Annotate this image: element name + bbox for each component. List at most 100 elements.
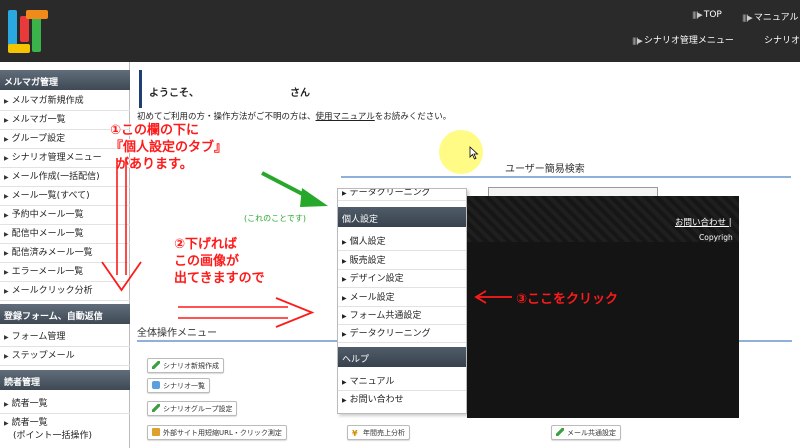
triangle-icon: ▶ <box>342 276 347 283</box>
sidebar-item-label: 予約中メール一覧 <box>11 210 84 220</box>
sidebar-item-label: フォーム管理 <box>11 332 66 342</box>
sidebar-item[interactable]: ▶ エラーメール一覧 <box>0 263 130 282</box>
popup-partial-item[interactable]: ▶ データクリーニング <box>338 189 466 201</box>
sidebar-item[interactable]: ▶ 配信済みメール一覧 <box>0 244 130 263</box>
sidebar-item[interactable]: ▶ 読者一覧 (ポイント一括操作) <box>0 414 130 446</box>
annotation-line: 出てきますので <box>174 271 265 286</box>
scenario-link[interactable]: シナリオ <box>764 33 800 46</box>
triangle-icon: ▶ <box>4 174 9 181</box>
popup-item-label: デザイン設定 <box>349 274 404 284</box>
sidebar-item-label: メール作成(一括配信) <box>11 172 100 182</box>
sidebar-item[interactable]: ▶ メールクリック分析 <box>0 282 130 301</box>
popup-item[interactable]: ▶ お問い合わせ <box>338 391 466 409</box>
button-label: シナリオ新規作成 <box>163 362 219 370</box>
triangle-icon: ▶ <box>342 295 347 302</box>
bulk-menu-title: 全体操作メニュー <box>137 328 217 339</box>
sidebar-item[interactable]: ▶ 読者一覧 <box>0 395 130 414</box>
annotation-note-2: ②下げれば この画像が 出てきますので <box>174 236 265 287</box>
top-link[interactable]: ||||▶ TOP <box>692 10 722 20</box>
annotation-green-note: (これのことです) <box>244 214 307 223</box>
sidebar-item-label: シナリオ管理メニュー <box>11 153 102 163</box>
button-label: シナリオ一覧 <box>163 382 205 390</box>
arrow-icon: ||||▶ <box>632 37 643 45</box>
popup-item-label: マニュアル <box>349 377 395 387</box>
annual-sales-button[interactable]: ¥ 年間売上分析 <box>347 425 410 440</box>
scenario-menu-label: シナリオ管理メニュー <box>643 36 734 46</box>
manual-link-inline[interactable]: 使用マニュアル <box>316 112 375 122</box>
popup-item-label: データクリーニング <box>349 329 431 339</box>
triangle-icon: ▶ <box>4 117 9 124</box>
sidebar-item-label: 配信済みメール一覧 <box>11 248 93 258</box>
popup-item[interactable]: ▶ フォーム共通設定 <box>338 307 466 325</box>
manual-link-label: マニュアル <box>753 13 799 23</box>
button-label: メール共通設定 <box>567 429 616 437</box>
sidebar-item[interactable]: ▶ 配信中メール一覧 <box>0 225 130 244</box>
annotation-line: この画像が <box>174 254 240 269</box>
triangle-icon: ▶ <box>342 190 347 197</box>
scenario-link-label: シナリオ <box>764 36 800 46</box>
triangle-icon: ▶ <box>4 401 9 408</box>
popup-item[interactable]: ▶ デザイン設定 <box>338 270 466 288</box>
popup-item-label: 販売設定 <box>349 256 386 266</box>
triangle-icon: ▶ <box>4 212 9 219</box>
welcome-bar: ようこそ、 さん <box>139 70 794 108</box>
popup-item-label: データクリーニング <box>349 189 431 198</box>
popup-section-personal: 個人設定 <box>338 207 466 227</box>
sidebar-item[interactable]: ▶ 予約中メール一覧 <box>0 206 130 225</box>
intro-after: をお読みください。 <box>374 112 452 122</box>
annotation-line: ①この欄の下に <box>110 123 200 138</box>
annotation-line: ②下げれば <box>174 237 238 252</box>
sidebar-item-label: 読者一覧 <box>11 418 48 428</box>
popup-section-help: ヘルプ <box>338 347 466 367</box>
triangle-icon: ▶ <box>342 258 347 265</box>
sidebar-item-label: 読者一覧 <box>11 399 48 409</box>
scenario-group-button[interactable]: シナリオグループ設定 <box>147 401 238 416</box>
button-label: シナリオグループ設定 <box>163 405 233 413</box>
button-label: 外部サイト用短縮URL・クリック測定 <box>163 429 282 437</box>
popup-item[interactable]: ▶ データクリーニング <box>338 325 466 343</box>
sidebar-section-forms: 登録フォーム、自動返信 <box>0 304 130 324</box>
pencil-icon <box>152 404 160 412</box>
sidebar-item-sublabel: (ポイント一括操作) <box>13 431 93 441</box>
button-label: 年間売上分析 <box>363 429 405 437</box>
intro-text: 初めてご利用の方・操作方法がご不明の方は、使用マニュアルをお読みください。 <box>137 110 451 122</box>
sidebar-item[interactable]: ▶ フォーム管理 <box>0 328 130 347</box>
manual-link[interactable]: ||||▶ マニュアル <box>742 10 799 23</box>
popup-item[interactable]: ▶ マニュアル <box>338 373 466 391</box>
popup-item-label: メール設定 <box>349 293 395 303</box>
triangle-icon: ▶ <box>4 231 9 238</box>
scenario-new-button[interactable]: シナリオ新規作成 <box>147 358 224 373</box>
triangle-icon: ▶ <box>4 136 9 143</box>
triangle-icon: ▶ <box>342 397 347 404</box>
triangle-icon: ▶ <box>4 193 9 200</box>
annotation-note-1: ①この欄の下に 『個人設定のタブ』 があります。 <box>110 122 227 173</box>
footer-popup-dark: お問い合わせ | Copyrigh <box>467 196 739 418</box>
short-url-button[interactable]: 外部サイト用短縮URL・クリック測定 <box>147 425 287 440</box>
settings-menu-popup: ▶ データクリーニング 個人設定 ▶ 個人設定 ▶ 販売設定 ▶ デザイン設定 ▶ メール… <box>337 188 467 414</box>
sidebar-item[interactable]: ▶ メール一覧(すべて) <box>0 187 130 206</box>
triangle-icon: ▶ <box>4 155 9 162</box>
sidebar-item[interactable]: ▶ ステップメール <box>0 347 130 366</box>
popup-item-mail-settings[interactable]: ▶ メール設定 <box>338 289 466 307</box>
section-divider <box>341 176 791 178</box>
app-logo[interactable] <box>6 6 50 56</box>
sidebar-item[interactable]: ▶ メルマガ新規作成 <box>0 92 130 111</box>
popup-item-label: 個人設定 <box>349 237 386 247</box>
triangle-icon: ▶ <box>342 313 347 320</box>
triangle-icon: ▶ <box>4 353 9 360</box>
sidebar: メルマガ管理 ▶ メルマガ新規作成 ▶ メルマガ一覧 ▶ グループ設定 ▶ シナリオ管理… <box>0 62 130 448</box>
scenario-menu-link[interactable]: ||||▶ シナリオ管理メニュー <box>632 33 734 46</box>
welcome-text: ようこそ、 <box>149 88 199 99</box>
sidebar-item-label: メール一覧(すべて) <box>11 191 90 201</box>
triangle-icon: ▶ <box>4 288 9 295</box>
annotation-line: があります。 <box>116 157 193 172</box>
mail-common-button[interactable]: メール共通設定 <box>551 425 621 440</box>
pencil-icon <box>152 361 160 369</box>
scenario-list-button[interactable]: シナリオ一覧 <box>147 378 210 393</box>
mouse-cursor-icon <box>469 146 479 160</box>
contact-link[interactable]: お問い合わせ | <box>675 216 732 228</box>
sidebar-item-label: メルマガ一覧 <box>11 115 66 125</box>
popup-item[interactable]: ▶ 販売設定 <box>338 252 466 270</box>
sidebar-section-readers: 読者管理 <box>0 370 130 390</box>
popup-item[interactable]: ▶ 個人設定 <box>338 233 466 251</box>
